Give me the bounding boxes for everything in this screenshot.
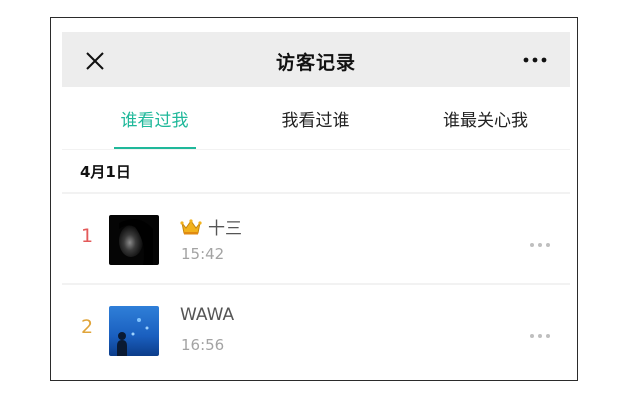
- avatar[interactable]: [109, 306, 159, 356]
- visitor-name: 十三: [208, 219, 242, 239]
- date-group-header: 4月1日: [62, 150, 570, 192]
- avatar[interactable]: [109, 215, 159, 265]
- rank-number: 1: [81, 225, 94, 247]
- page-title: 访客记录: [275, 52, 356, 74]
- active-tab-indicator: [114, 147, 196, 149]
- row-more-button[interactable]: [529, 325, 551, 338]
- date-label: 4月1日: [80, 163, 131, 181]
- visit-time: 15:42: [181, 245, 225, 263]
- navigation-bar: 访客记录: [62, 32, 570, 87]
- crown-icon: [180, 218, 202, 234]
- more-icon: [530, 243, 550, 247]
- tab-who-viewed-me[interactable]: 谁看过我: [70, 87, 239, 149]
- more-icon: [523, 57, 547, 63]
- more-options-button[interactable]: [522, 52, 548, 66]
- visitor-name-line: 十三: [180, 214, 242, 239]
- visitor-list-item[interactable]: 1 十三 15:42: [62, 194, 570, 283]
- tab-bar: 谁看过我 我看过谁 谁最关心我: [62, 87, 570, 149]
- row-more-button[interactable]: [529, 234, 551, 247]
- tab-who-cares-most[interactable]: 谁最关心我: [401, 87, 570, 149]
- visitor-name: WAWA: [180, 305, 235, 325]
- tab-who-i-viewed[interactable]: 我看过谁: [231, 87, 400, 149]
- screenshot-frame: 访客记录 谁看过我 我看过谁 谁最关心我 4月1日 1 十三 15:42 2 W…: [50, 17, 578, 381]
- visitor-list-item[interactable]: 2 WAWA 16:56: [62, 285, 570, 372]
- rank-number: 2: [81, 316, 94, 338]
- visitor-name-line: WAWA: [180, 305, 234, 325]
- visit-time: 16:56: [181, 336, 225, 354]
- more-icon: [530, 334, 550, 338]
- phone-screen: 访客记录 谁看过我 我看过谁 谁最关心我 4月1日 1 十三 15:42 2 W…: [62, 32, 570, 372]
